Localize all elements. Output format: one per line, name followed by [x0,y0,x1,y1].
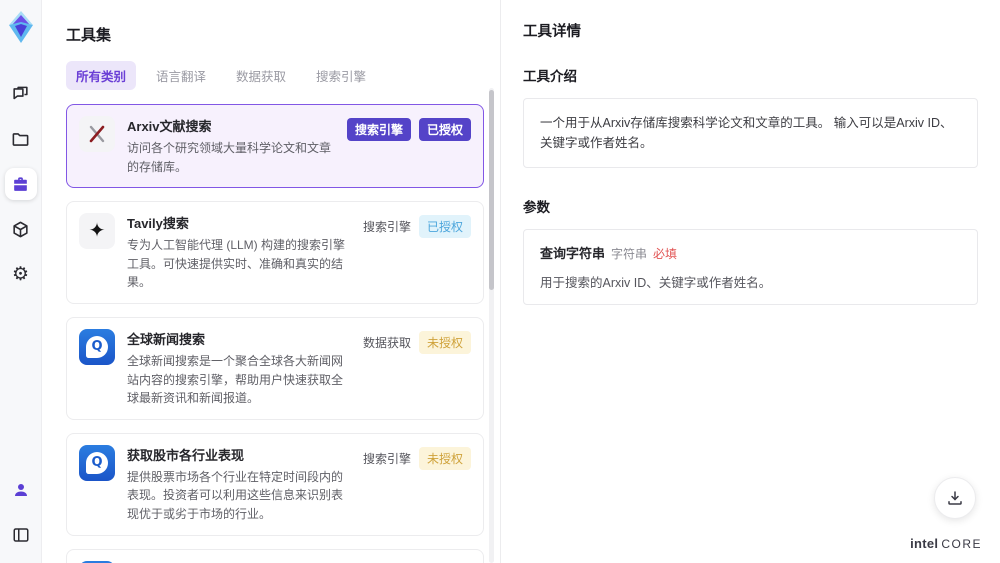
tab-2[interactable]: 数据获取 [226,61,296,90]
news-app-icon: Q [79,444,115,481]
scrollbar-thumb[interactable] [489,90,494,290]
tool-card[interactable]: ✦ Tavily搜索专为人工智能代理 (LLM) 构建的搜索引擎工具。可快速提供实… [66,201,484,304]
tool-card[interactable]: Q获取市场最活跃股票信息提供当天交易量最高的股票列表，投资者可以利用这些信息来识… [66,548,484,563]
detail-title: 工具详情 [523,24,581,40]
param-list: 查询字符串 字符串 必填用于搜索的Arxiv ID、关键字或作者姓名。 [523,229,978,305]
chat-icon[interactable] [5,78,37,110]
param-card: 查询字符串 字符串 必填用于搜索的Arxiv ID、关键字或作者姓名。 [523,229,978,305]
intro-text: 一个用于从Arxiv存储库搜索科学论文和文章的工具。 输入可以是Arxiv ID… [540,116,953,150]
tool-description: 提供股票市场各个行业在特定时间段内的表现。投资者可以利用这些信息来识别表现优于或… [127,469,344,521]
tool-list: Arxiv文献搜索 访问各个研究领域大量科学论文和文章的存储库。 搜索引擎 已授权 ✦ T… [66,104,500,563]
app-window: ⚙ 工具集 所有类别 语言翻译 数据获取 搜索引擎 Arxiv文献搜索 访问各个研究领域… [0,0,1000,563]
sidebar-bottom [5,474,37,551]
tab-1[interactable]: 语言翻译 [146,61,216,90]
tool-card[interactable]: Q 获取股市各行业表现提供股票市场各个行业在特定时间段内的表现。投资者可以利用这些… [66,432,484,536]
param-type: 字符串 [611,247,648,261]
tool-name: Arxiv文献搜索 [127,119,212,134]
param-required-flag: 必填 [653,247,678,261]
tool-description: 全球新闻搜索是一个聚合全球各大新闻网站内容的搜索引擎，帮助用户快速获取全球最新资… [127,353,344,406]
param-description: 用于搜索的Arxiv ID、关键字或作者姓名。 [540,276,772,290]
auth-badge: 已授权 [418,118,471,141]
cube-icon[interactable] [5,213,37,245]
category-badge: 搜索引擎 [362,220,411,235]
intel-core-logo: intel core [910,536,982,551]
tool-card[interactable]: Q 全球新闻搜索全球新闻搜索是一个聚合全球各大新闻网站内容的搜索引擎，帮助用户快速… [66,316,484,420]
auth-badge: 未授权 [418,446,471,470]
intro-heading: 工具介绍 [523,69,577,84]
icon-sidebar: ⚙ [0,0,42,563]
toolbox-icon[interactable] [4,168,37,200]
scrollbar-track[interactable] [489,88,494,563]
category-badge: 搜索引擎 [346,118,411,141]
tab-0[interactable]: 所有类别 [66,61,137,90]
gear-icon: ⚙ [11,263,30,285]
folder-icon[interactable] [5,123,37,155]
page-title: 工具集 [66,27,112,44]
tool-name: 获取股市各行业表现 [127,447,245,463]
tool-name: 全球新闻搜索 [127,331,206,347]
tool-description: 专为人工智能代理 (LLM) 构建的搜索引擎工具。可快速提供实时、准确和真实的结… [127,238,346,290]
tool-name: Tavily搜索 [127,216,189,232]
auth-badge: 未授权 [418,330,471,354]
category-badge: 搜索引擎 [362,451,411,466]
user-icon[interactable] [5,474,37,506]
toolset-panel: 工具集 所有类别 语言翻译 数据获取 搜索引擎 Arxiv文献搜索 访问各个研究领域大量… [42,0,500,563]
sparkle-icon: ✦ [79,213,115,250]
app-logo[interactable] [6,10,36,44]
panel-toggle-icon[interactable] [5,519,37,551]
download-button[interactable] [934,477,976,519]
tool-card[interactable]: Arxiv文献搜索访问各个研究领域大量科学论文和文章的存储库。 搜索引擎 已授权 [66,104,484,189]
settings-icon[interactable]: ⚙ [5,258,37,290]
arxiv-logo-icon [79,116,115,152]
param-name: 查询字符串 [540,246,606,261]
category-badge: 数据获取 [362,335,411,350]
tool-description: 访问各个研究领域大量科学论文和文章的存储库。 [127,141,332,174]
intro-card: 一个用于从Arxiv存储库搜索科学论文和文章的工具。 输入可以是Arxiv ID… [523,98,978,168]
params-heading: 参数 [523,200,550,215]
download-icon [948,491,962,505]
auth-badge: 已授权 [418,215,471,239]
tab-3[interactable]: 搜索引擎 [306,61,376,90]
category-tabs: 所有类别 语言翻译 数据获取 搜索引擎 [66,61,500,90]
sidebar-nav: ⚙ [4,78,37,290]
tool-detail-panel: 工具详情 工具介绍 一个用于从Arxiv存储库搜索科学论文和文章的工具。 输入可… [500,0,1000,563]
news-app-icon: Q [79,328,115,365]
